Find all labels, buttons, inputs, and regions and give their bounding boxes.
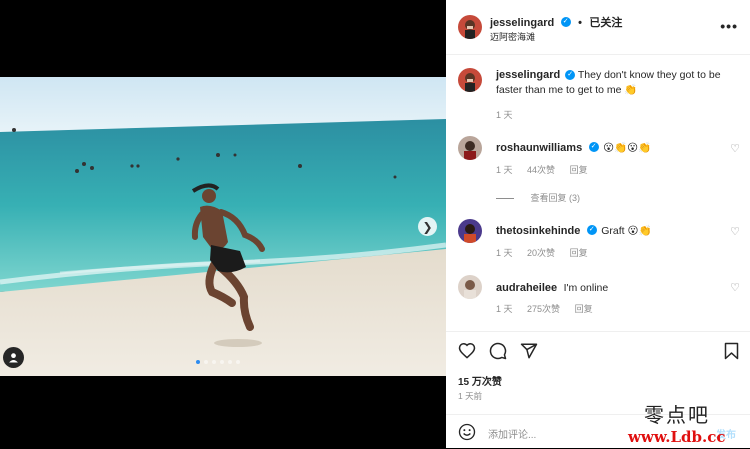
avatar[interactable] xyxy=(458,136,482,160)
comment-meta: 1 天 275次赞 回复 xyxy=(496,302,605,315)
comment-likes[interactable]: 44次赞 xyxy=(527,165,555,175)
like-count[interactable]: 15 万次赞 xyxy=(458,373,502,388)
bookmark-icon[interactable] xyxy=(724,342,739,360)
carousel-dot xyxy=(220,360,224,364)
comment-time: 1 天 xyxy=(496,304,513,314)
follow-dot: • xyxy=(578,17,582,29)
next-slide-button[interactable]: ❯ xyxy=(418,217,437,236)
watermark-text: 零点吧 xyxy=(644,403,710,427)
comment-likes[interactable]: 275次赞 xyxy=(527,304,560,314)
comment-likes[interactable]: 20次赞 xyxy=(527,248,555,258)
clap-icon: 👏 xyxy=(624,84,638,96)
avatar[interactable] xyxy=(458,68,482,92)
action-bar xyxy=(446,331,750,368)
avatar[interactable] xyxy=(458,15,482,39)
verified-icon: ✓ xyxy=(560,16,571,27)
watermark-url: www.Ldb.cc xyxy=(628,428,726,446)
comment: roshaunwilliams ✓ 😮👏😮👏 xyxy=(496,138,651,156)
comment-text: 😮👏😮👏 xyxy=(603,142,652,154)
more-icon[interactable]: ••• xyxy=(720,18,738,34)
follow-button[interactable]: 已关注 xyxy=(589,17,622,29)
post-header: jesselingard ✓ • 已关注 迈阿密海滩 ••• xyxy=(446,0,750,55)
verified-icon: ✓ xyxy=(588,141,599,152)
comment-username[interactable]: roshaunwilliams xyxy=(496,142,582,154)
carousel-dot xyxy=(236,360,240,364)
author-username[interactable]: jesselingard xyxy=(490,17,554,29)
comment-time: 1 天 xyxy=(496,165,513,175)
caption: jesselingard ✓ They don't know they got … xyxy=(496,68,736,98)
carousel-dot xyxy=(212,360,216,364)
comment-input[interactable]: 添加评论... xyxy=(488,426,536,441)
comment-like-heart-icon[interactable]: ♡ xyxy=(730,142,740,155)
view-replies-label[interactable]: 查看回复 (3) xyxy=(531,193,581,203)
share-icon[interactable] xyxy=(520,342,538,360)
emoji-icon[interactable] xyxy=(458,423,476,441)
avatar[interactable] xyxy=(458,219,482,243)
carousel-dots xyxy=(196,360,240,364)
comment-username[interactable]: thetosinkehinde xyxy=(496,225,580,237)
carousel-dot xyxy=(228,360,232,364)
comment-icon[interactable] xyxy=(489,342,507,360)
comment-text: I'm online xyxy=(563,282,609,294)
carousel-dot xyxy=(196,360,200,364)
view-replies-line xyxy=(496,198,514,200)
comment-meta: 1 天 20次赞 回复 xyxy=(496,246,600,259)
chevron-right-icon: ❯ xyxy=(422,219,433,234)
caption-time: 1 天 xyxy=(496,110,513,120)
post-photo xyxy=(0,77,446,376)
reply-button[interactable]: 回复 xyxy=(575,304,593,314)
comment: audraheilee I'm online xyxy=(496,278,608,296)
comment-like-heart-icon[interactable]: ♡ xyxy=(730,281,740,294)
user-tag-icon xyxy=(9,353,18,363)
post-details-panel: jesselingard ✓ • 已关注 迈阿密海滩 ••• jesseling… xyxy=(446,0,750,448)
verified-icon: ✓ xyxy=(565,70,576,81)
avatar[interactable] xyxy=(458,275,482,299)
caption-username[interactable]: jesselingard xyxy=(496,69,560,81)
location-link[interactable]: 迈阿密海滩 xyxy=(490,30,535,43)
comment-time: 1 天 xyxy=(496,248,513,258)
user-tag-button[interactable] xyxy=(3,347,24,368)
comment: thetosinkehinde ✓ Graft 😮👏 xyxy=(496,221,652,239)
reply-button[interactable]: 回复 xyxy=(570,165,588,175)
comment-username[interactable]: audraheilee xyxy=(496,282,557,294)
view-replies[interactable]: 查看回复 (3) xyxy=(496,191,592,204)
comment-like-heart-icon[interactable]: ♡ xyxy=(730,225,740,238)
carousel-dot xyxy=(204,360,208,364)
comment-meta: 1 天 44次赞 回复 xyxy=(496,163,600,176)
verified-icon: ✓ xyxy=(586,224,597,235)
post-media: ❯ xyxy=(0,0,446,448)
heart-icon[interactable] xyxy=(458,342,476,359)
post-time: 1 天前 xyxy=(458,391,483,401)
reply-button[interactable]: 回复 xyxy=(570,248,588,258)
comment-text: Graft 😮👏 xyxy=(601,225,652,237)
